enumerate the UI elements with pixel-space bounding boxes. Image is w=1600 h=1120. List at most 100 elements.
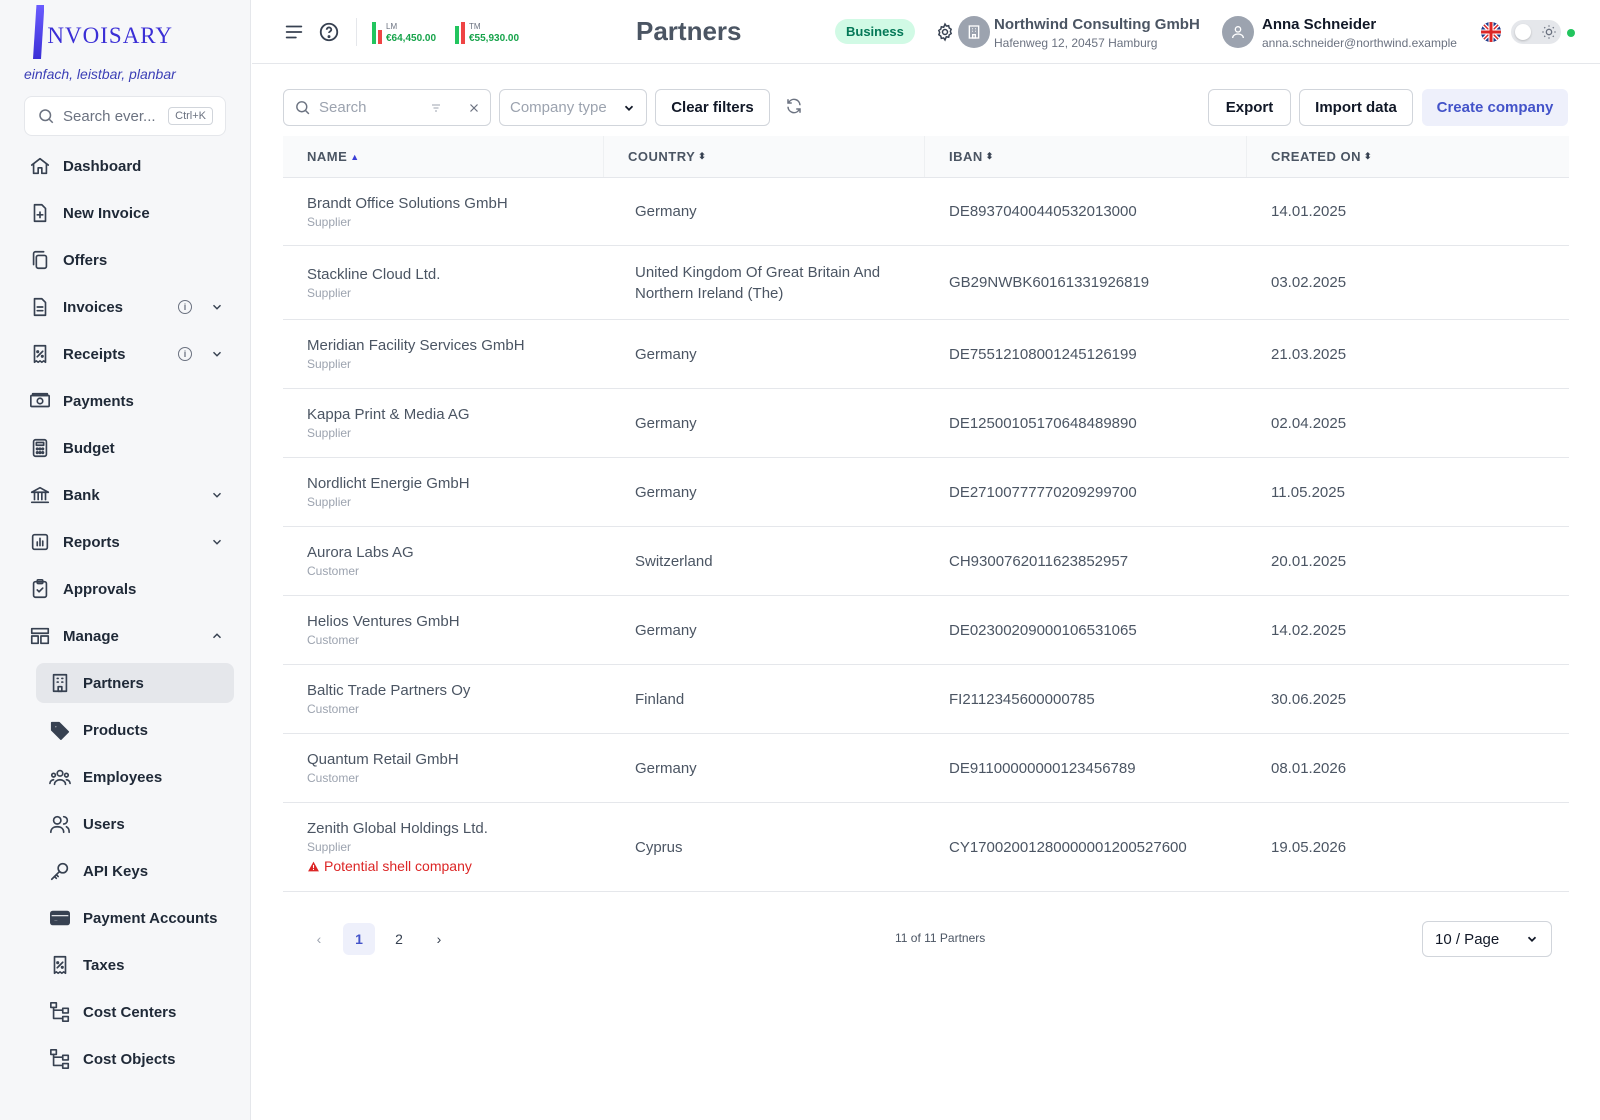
- sidebar-item-approvals[interactable]: Approvals: [24, 569, 234, 609]
- help-icon[interactable]: [317, 20, 341, 44]
- country-cell: Germany: [604, 344, 925, 365]
- partner-name[interactable]: Brandt Office Solutions GmbH: [307, 195, 604, 212]
- partner-name[interactable]: Nordlicht Energie GmbH: [307, 475, 604, 492]
- table-row[interactable]: Zenith Global Holdings Ltd. Supplier Poten…: [283, 803, 1569, 892]
- sidebar-item-bank[interactable]: Bank: [24, 475, 234, 515]
- refresh-icon[interactable]: [785, 97, 807, 119]
- partner-type: Supplier: [307, 426, 352, 440]
- company-avatar[interactable]: [958, 16, 990, 48]
- created-on-cell: 11.05.2025: [1271, 483, 1345, 501]
- filter-icon[interactable]: [430, 102, 442, 114]
- theme-toggle[interactable]: [1511, 20, 1561, 44]
- cash-icon: [29, 390, 51, 412]
- global-search-input[interactable]: Search ever... Ctrl+K: [24, 96, 226, 136]
- chevron-down-icon[interactable]: [210, 347, 224, 361]
- partner-name[interactable]: Helios Ventures GmbH: [307, 613, 604, 630]
- table-row[interactable]: Helios Ventures GmbH Customer Germany DE023…: [283, 596, 1569, 665]
- page-2-button[interactable]: 2: [383, 923, 415, 955]
- sidebar-item-reports[interactable]: Reports: [24, 522, 234, 562]
- created-on-cell: 08.01.2026: [1271, 759, 1347, 777]
- table-row[interactable]: Kappa Print & Media AG Supplier Germany DE1…: [283, 389, 1569, 458]
- table-row[interactable]: Meridian Facility Services GmbH Supplier G…: [283, 320, 1569, 389]
- table-row[interactable]: Quantum Retail GmbH Customer Germany DE9110…: [283, 734, 1569, 803]
- name-cell: Aurora Labs AG Customer: [283, 544, 604, 578]
- user-avatar[interactable]: [1222, 16, 1254, 48]
- page-1-button[interactable]: 1: [343, 923, 375, 955]
- clear-filters-button[interactable]: Clear filters: [655, 89, 770, 126]
- sidebar-item-api-keys[interactable]: API Keys: [36, 851, 234, 891]
- company-type-select[interactable]: Company type: [499, 89, 647, 126]
- partner-name[interactable]: Kappa Print & Media AG: [307, 406, 604, 423]
- sidebar-item-new-invoice[interactable]: New Invoice: [24, 193, 234, 233]
- country-value: Finland: [635, 690, 685, 708]
- sidebar-item-employees[interactable]: Employees: [36, 757, 234, 797]
- key-icon: [49, 860, 71, 882]
- sidebar-item-receipts[interactable]: Receipts i: [24, 334, 234, 374]
- sort-asc-icon: ▲: [350, 151, 360, 162]
- partner-name[interactable]: Meridian Facility Services GmbH: [307, 337, 604, 354]
- sidebar-item-budget[interactable]: Budget: [24, 428, 234, 468]
- table-row[interactable]: Baltic Trade Partners Oy Customer Finland F…: [283, 665, 1569, 734]
- search-input[interactable]: Search: [283, 89, 491, 126]
- sidebar-item-manage[interactable]: Manage: [24, 616, 234, 656]
- gear-icon[interactable]: [934, 21, 956, 43]
- plan-badge: Business: [835, 19, 915, 44]
- sidebar-item-partners[interactable]: Partners: [36, 663, 234, 703]
- iban-cell: DE75512108001245126199: [949, 345, 1137, 363]
- sidebar-item-offers[interactable]: Offers: [24, 240, 234, 280]
- chevron-down-icon[interactable]: [210, 535, 224, 549]
- company-name[interactable]: Northwind Consulting GmbH: [994, 16, 1200, 33]
- column-header-created-on[interactable]: CREATED ON ⬍: [1247, 136, 1569, 177]
- menu-icon[interactable]: [282, 20, 306, 44]
- export-button[interactable]: Export: [1208, 89, 1291, 126]
- page-size-select[interactable]: 10 / Page: [1422, 921, 1552, 957]
- column-header-country[interactable]: COUNTRY ⬍: [604, 136, 925, 177]
- prev-page-icon[interactable]: ‹: [303, 923, 335, 955]
- sidebar-item-payments[interactable]: Payments: [24, 381, 234, 421]
- table-row[interactable]: Stackline Cloud Ltd. Supplier United Kingd…: [283, 246, 1569, 320]
- import-data-button[interactable]: Import data: [1299, 89, 1413, 126]
- clear-search-icon[interactable]: [468, 102, 480, 114]
- logo-mark: [33, 5, 45, 59]
- create-company-button[interactable]: Create company: [1422, 89, 1568, 126]
- iban-cell: CY17002001280000001200527600: [949, 838, 1187, 856]
- country-cell: Cyprus: [604, 837, 925, 858]
- kpi-last-month[interactable]: LM €64,450.00: [372, 20, 436, 44]
- table-row[interactable]: Brandt Office Solutions GmbH Supplier Germ…: [283, 178, 1569, 246]
- sidebar-item-cost-centers[interactable]: Cost Centers: [36, 992, 234, 1032]
- partner-name[interactable]: Stackline Cloud Ltd.: [307, 266, 604, 283]
- column-header-name[interactable]: NAME ▲: [283, 136, 604, 177]
- name-cell: Baltic Trade Partners Oy Customer: [283, 682, 604, 716]
- table-row[interactable]: Aurora Labs AG Customer Switzerland CH93007…: [283, 527, 1569, 596]
- sidebar-item-label: Budget: [63, 439, 115, 457]
- country-cell: Germany: [604, 201, 925, 222]
- chevron-up-icon[interactable]: [210, 629, 224, 643]
- kpi-this-month[interactable]: TM €55,930.00: [455, 20, 519, 44]
- info-icon[interactable]: i: [178, 347, 192, 361]
- table-row[interactable]: Nordlicht Energie GmbH Supplier Germany DE2…: [283, 458, 1569, 527]
- sidebar-item-products[interactable]: Products: [36, 710, 234, 750]
- chevron-down-icon[interactable]: [210, 488, 224, 502]
- sidebar-item-dashboard[interactable]: Dashboard: [24, 146, 234, 186]
- sidebar-item-cost-objects[interactable]: Cost Objects: [36, 1039, 234, 1079]
- sidebar-item-taxes[interactable]: Taxes: [36, 945, 234, 985]
- sidebar-item-invoices[interactable]: Invoices i: [24, 287, 234, 327]
- info-icon[interactable]: i: [178, 300, 192, 314]
- file-icon: [29, 296, 51, 318]
- sidebar-item-payment-accounts[interactable]: Payment Accounts: [36, 898, 234, 938]
- column-header-iban[interactable]: IBAN ⬍: [925, 136, 1247, 177]
- sidebar-item-label: Reports: [63, 533, 120, 551]
- created-on-cell: 14.02.2025: [1271, 621, 1347, 639]
- user-name[interactable]: Anna Schneider: [1262, 16, 1376, 33]
- partner-name[interactable]: Baltic Trade Partners Oy: [307, 682, 604, 699]
- uk-flag-icon[interactable]: [1481, 22, 1501, 42]
- partner-name[interactable]: Zenith Global Holdings Ltd.: [307, 820, 604, 837]
- sidebar-item-users[interactable]: Users: [36, 804, 234, 844]
- partner-name[interactable]: Quantum Retail GmbH: [307, 751, 604, 768]
- chevron-down-icon[interactable]: [210, 300, 224, 314]
- receipt-icon: [29, 343, 51, 365]
- app-logo[interactable]: NVOISARY: [33, 4, 173, 60]
- sun-icon: [1542, 25, 1556, 39]
- partner-name[interactable]: Aurora Labs AG: [307, 544, 604, 561]
- next-page-icon[interactable]: ›: [423, 923, 455, 955]
